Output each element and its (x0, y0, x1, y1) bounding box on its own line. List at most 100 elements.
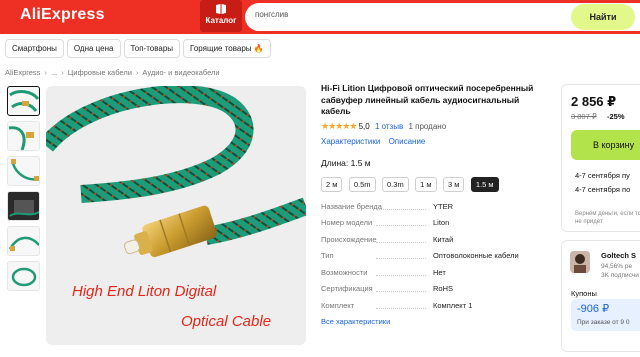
seller-avatar[interactable] (570, 251, 590, 273)
breadcrumb-separator-icon: › (44, 68, 47, 77)
breadcrumb-audio-video[interactable]: Аудио- и видеокабели (142, 68, 219, 77)
spec-name: Возможности (321, 267, 368, 277)
spec-value: Комплект 1 (433, 300, 473, 310)
spec-name: Название бренда (321, 201, 382, 211)
length-options: 2 м 0.5m 0.3m 1 м 3 м 1.5 м (321, 174, 551, 192)
spec-value: Нет (433, 267, 446, 277)
fire-icon: 🔥 (253, 44, 264, 53)
breadcrumb-ellipsis[interactable]: ... (51, 68, 57, 77)
star-rating-icon: ★★★★★ (321, 120, 357, 131)
reviews-link[interactable]: 1 отзыв (375, 122, 403, 131)
cable-thumbnail-image (8, 236, 39, 251)
spec-divider (376, 291, 426, 292)
cable-thumbnail-image (9, 90, 39, 112)
top-header: AliExpress Каталог Найти (0, 0, 640, 34)
all-specs-link[interactable]: Все характеристики (321, 317, 551, 326)
length-option-0-3m[interactable]: 0.3m (382, 176, 409, 192)
spec-name: Сертификация (321, 284, 373, 293)
buy-panel: 2 856 ₽ 3 807 ₽ -25% В корзину 4-7 сентя… (561, 84, 640, 232)
length-option-0-5m[interactable]: 0.5m (348, 176, 376, 192)
chip-smartphones[interactable]: Смартфоны (5, 39, 64, 58)
breadcrumb-home[interactable]: AliExpress (5, 68, 40, 77)
spec-row: Номер модели Liton (321, 218, 551, 235)
search-button[interactable]: Найти (571, 4, 635, 30)
spec-value: Liton (433, 218, 450, 227)
search-input[interactable] (255, 10, 555, 19)
length-option-2m[interactable]: 2 м (321, 176, 343, 192)
coupon-condition: При заказе от 9 0 (577, 319, 630, 326)
breadcrumb: AliExpress ›... › Цифровые кабели › Аудио- и … (5, 68, 220, 77)
tab-description[interactable]: Описание (389, 137, 426, 146)
old-price: 3 807 ₽ (571, 112, 597, 121)
seller-panel: Goltech S 94,56% ре 3K подписчи Купоны -… (561, 240, 640, 352)
category-chips: Смартфоны Одна цена Топ-товары Горящие това… (5, 39, 274, 59)
spec-value: Китай (433, 234, 454, 244)
image-caption-line-1: High End Liton Digital (72, 283, 217, 300)
spec-divider (376, 274, 426, 276)
spec-row: Происхождение Китай (321, 235, 551, 252)
spec-value: Оптоволоконные кабели (433, 251, 519, 260)
spec-row: Комплект Комплект 1 (321, 301, 551, 318)
spec-name: Номер модели (321, 218, 373, 227)
delivery-date: 4-7 сентября (575, 171, 620, 180)
coupon-value: -906 ₽ (577, 303, 610, 315)
seller-positive-rate: 94,56% ре (601, 263, 633, 270)
avatar-image (570, 251, 590, 273)
spec-divider (376, 208, 426, 210)
chip-hot-products[interactable]: Горящие товары 🔥 (183, 39, 271, 58)
length-option-1-5m[interactable]: 1.5 м (470, 176, 499, 192)
thumbnail-strip (7, 86, 41, 296)
seller-name[interactable]: Goltech S (601, 251, 636, 260)
delivery-option-2[interactable]: 4-7 сентября по (575, 185, 630, 194)
thumbnail-2[interactable] (7, 121, 40, 151)
spec-row: Название бренда YTER (321, 202, 551, 219)
coupon-card[interactable]: -906 ₽ При заказе от 9 0 (571, 299, 640, 331)
cable-thumbnail-image (10, 158, 39, 181)
cable-thumbnail-image (11, 267, 37, 287)
aliexpress-logo[interactable]: AliExpress (20, 6, 105, 24)
current-price: 2 856 ₽ (571, 94, 617, 109)
catalog-button[interactable]: Каталог (200, 0, 242, 32)
thumbnail-4[interactable] (7, 191, 40, 221)
image-caption-line-2: Optical Cable (181, 313, 272, 330)
delivery-date: 4-7 сентября (575, 185, 620, 194)
breadcrumb-separator-icon: › (135, 68, 139, 77)
spec-divider (376, 307, 426, 309)
main-product-image[interactable]: High End Liton Digital Optical Cable (46, 86, 306, 345)
discount-badge: -25% (607, 112, 625, 121)
product-title: Hi-Fi Lition Цифровой оптический посереб… (321, 83, 534, 116)
breadcrumb-digital-cables[interactable]: Цифровые кабели (68, 68, 132, 77)
delivery-guarantee: Вернём деньги, если товар не придёт (575, 211, 640, 225)
add-to-cart-button[interactable]: В корзину (571, 130, 640, 160)
search-bar: Найти (245, 3, 640, 31)
spec-divider (376, 258, 426, 259)
spec-name: Происхождение (321, 234, 377, 244)
thumbnail-1[interactable] (7, 86, 40, 116)
breadcrumb-separator-icon: › (61, 68, 64, 77)
thumbnail-5[interactable] (7, 226, 40, 256)
seller-followers: 3K подписчи (601, 272, 639, 279)
info-tabs: Характеристики Описание (321, 137, 551, 146)
chip-top-products[interactable]: Топ-товары (123, 39, 181, 58)
catalog-label: Каталог (205, 16, 237, 25)
delivery-option-1[interactable]: 4-7 сентября пу (575, 171, 630, 180)
thumbnail-6[interactable] (7, 261, 40, 291)
rating-row: ★★★★★ 5,0 1 отзыв 1 продано (321, 121, 551, 132)
spec-name: Тип (321, 251, 334, 260)
spec-name: Комплект (321, 300, 355, 310)
sold-count: 1 продано (408, 121, 447, 131)
delivery-suffix: по (622, 185, 631, 194)
length-option-3m[interactable]: 3 м (443, 176, 465, 192)
coupons-label: Купоны (571, 289, 597, 298)
catalog-book-icon (216, 4, 226, 14)
length-option-1m[interactable]: 1 м (415, 176, 437, 192)
rating-value: 5,0 (358, 121, 370, 131)
spec-row: Сертификация RoHS (321, 284, 551, 301)
spec-divider (376, 225, 426, 226)
cable-thumbnail-image (8, 126, 34, 150)
tab-characteristics[interactable]: Характеристики (321, 137, 380, 146)
spec-row: Возможности Нет (321, 268, 551, 285)
chip-one-price[interactable]: Одна цена (66, 39, 121, 58)
thumbnail-3[interactable] (7, 156, 40, 186)
optical-cable-image (46, 86, 306, 258)
